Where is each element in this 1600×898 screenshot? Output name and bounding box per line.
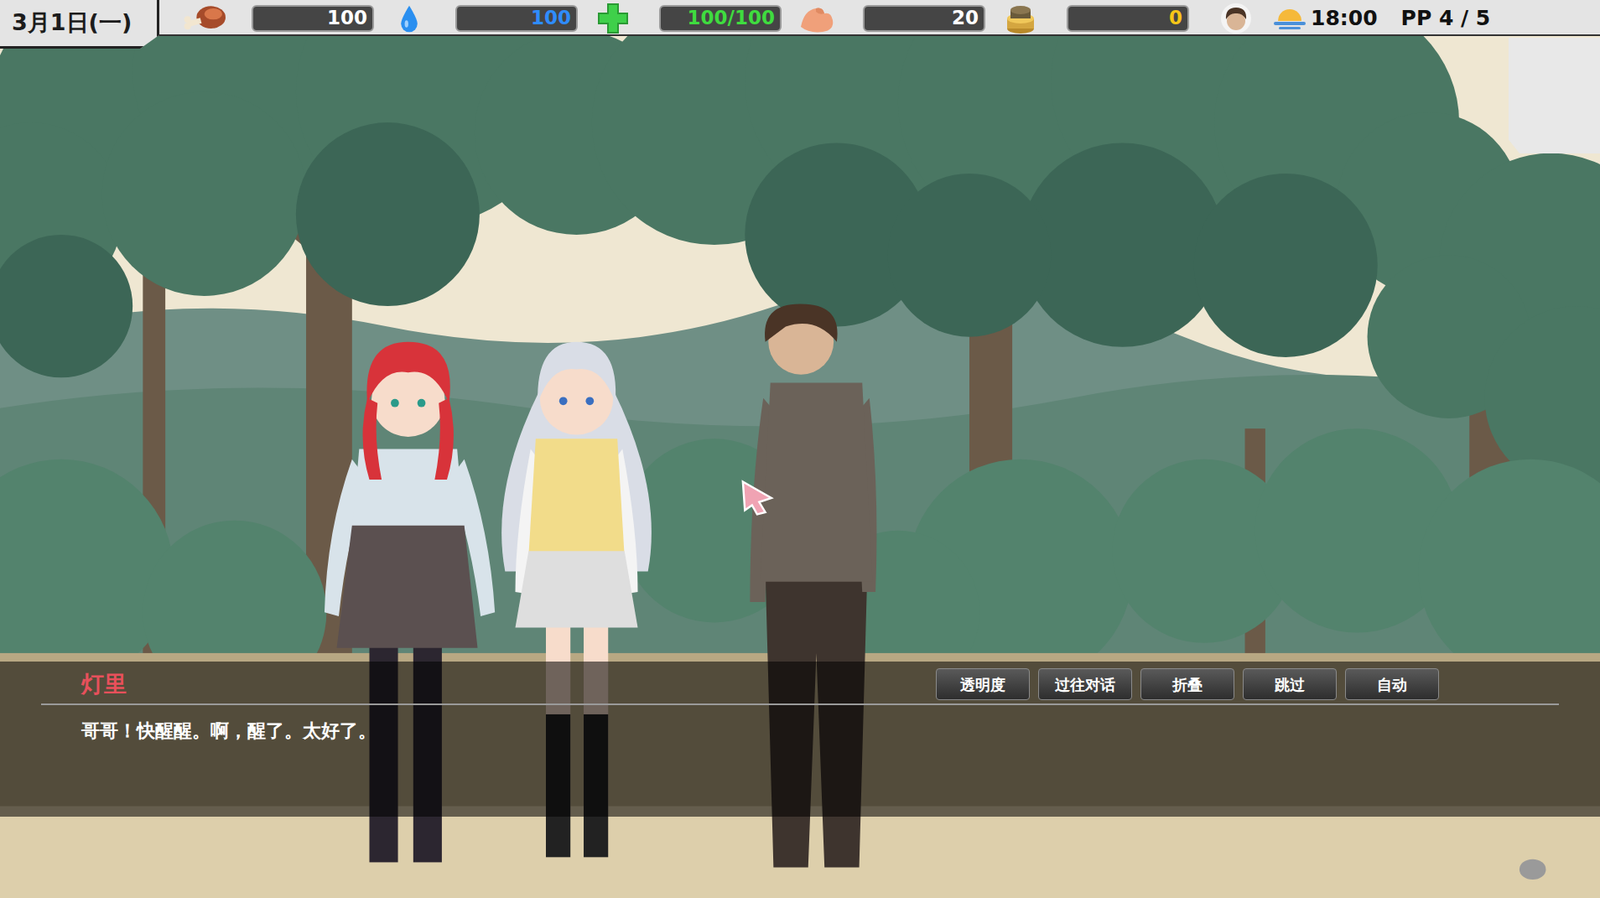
top-hud: 3月1日(一)100100100/10020018:00PP 4 / 5 bbox=[0, 0, 1600, 37]
stat-group: 100/100 bbox=[583, 1, 788, 36]
food-icon bbox=[176, 1, 235, 36]
player-face-icon[interactable] bbox=[1219, 1, 1253, 36]
date-tab: 3月1日(一) bbox=[0, 0, 160, 49]
dialogue-button[interactable]: 折叠 bbox=[1140, 668, 1235, 701]
dialogue-button[interactable]: 透明度 bbox=[935, 668, 1030, 701]
stat-bar: 0 bbox=[1066, 5, 1190, 32]
pp-label: PP 4 / 5 bbox=[1401, 2, 1491, 35]
health-icon bbox=[583, 1, 643, 36]
stat-value: 100 bbox=[327, 8, 368, 28]
stat-value: 20 bbox=[951, 8, 979, 28]
water-icon bbox=[379, 1, 439, 36]
stat-group: 0 bbox=[991, 1, 1195, 36]
dialogue-controls: 透明度过往对话折叠跳过自动 bbox=[935, 668, 1439, 701]
speaker-name: 灯里 bbox=[81, 667, 127, 702]
clock-label: 18:00 bbox=[1310, 2, 1378, 35]
dialogue-button[interactable]: 自动 bbox=[1345, 668, 1439, 701]
dialogue-divider bbox=[41, 703, 1559, 706]
stat-value: 0 bbox=[1168, 8, 1183, 28]
stat-value: 100/100 bbox=[687, 8, 775, 28]
stat-bar: 100 bbox=[251, 5, 375, 32]
dialogue-button[interactable]: 过往对话 bbox=[1038, 668, 1133, 701]
money-icon bbox=[991, 1, 1050, 36]
stat-group: 100 bbox=[379, 1, 584, 36]
sunset-icon bbox=[1272, 1, 1308, 36]
minimap bbox=[1508, 37, 1600, 154]
stat-list: 100 100 100/100 20 0 18:00 PP 4 / 5 bbox=[159, 0, 1491, 37]
stat-bar: 100 bbox=[455, 5, 578, 32]
dialogue-box: 灯里 透明度过往对话折叠跳过自动哥哥！快醒醒。啊，醒了。太好了。 bbox=[0, 661, 1600, 817]
date-label: 3月1日(一) bbox=[11, 5, 132, 41]
dialogue-text: 哥哥！快醒醒。啊，醒了。太好了。 bbox=[0, 705, 1600, 755]
strength-icon bbox=[787, 1, 847, 36]
pointer-icon bbox=[742, 481, 772, 515]
dialogue-header: 灯里 透明度过往对话折叠跳过自动 bbox=[0, 661, 1600, 702]
dialogue-button[interactable]: 跳过 bbox=[1242, 668, 1337, 701]
game-screen: 3月1日(一) 100 100 100/100 20 0 18:00 PP 4 / 5 灯里 透… bbox=[0, 0, 1600, 898]
stat-value: 100 bbox=[530, 8, 572, 28]
stat-bar: 100/100 bbox=[659, 5, 782, 32]
stat-group: 100 bbox=[176, 1, 380, 36]
stat-bar: 20 bbox=[862, 5, 986, 32]
stat-group: 20 bbox=[787, 1, 992, 36]
